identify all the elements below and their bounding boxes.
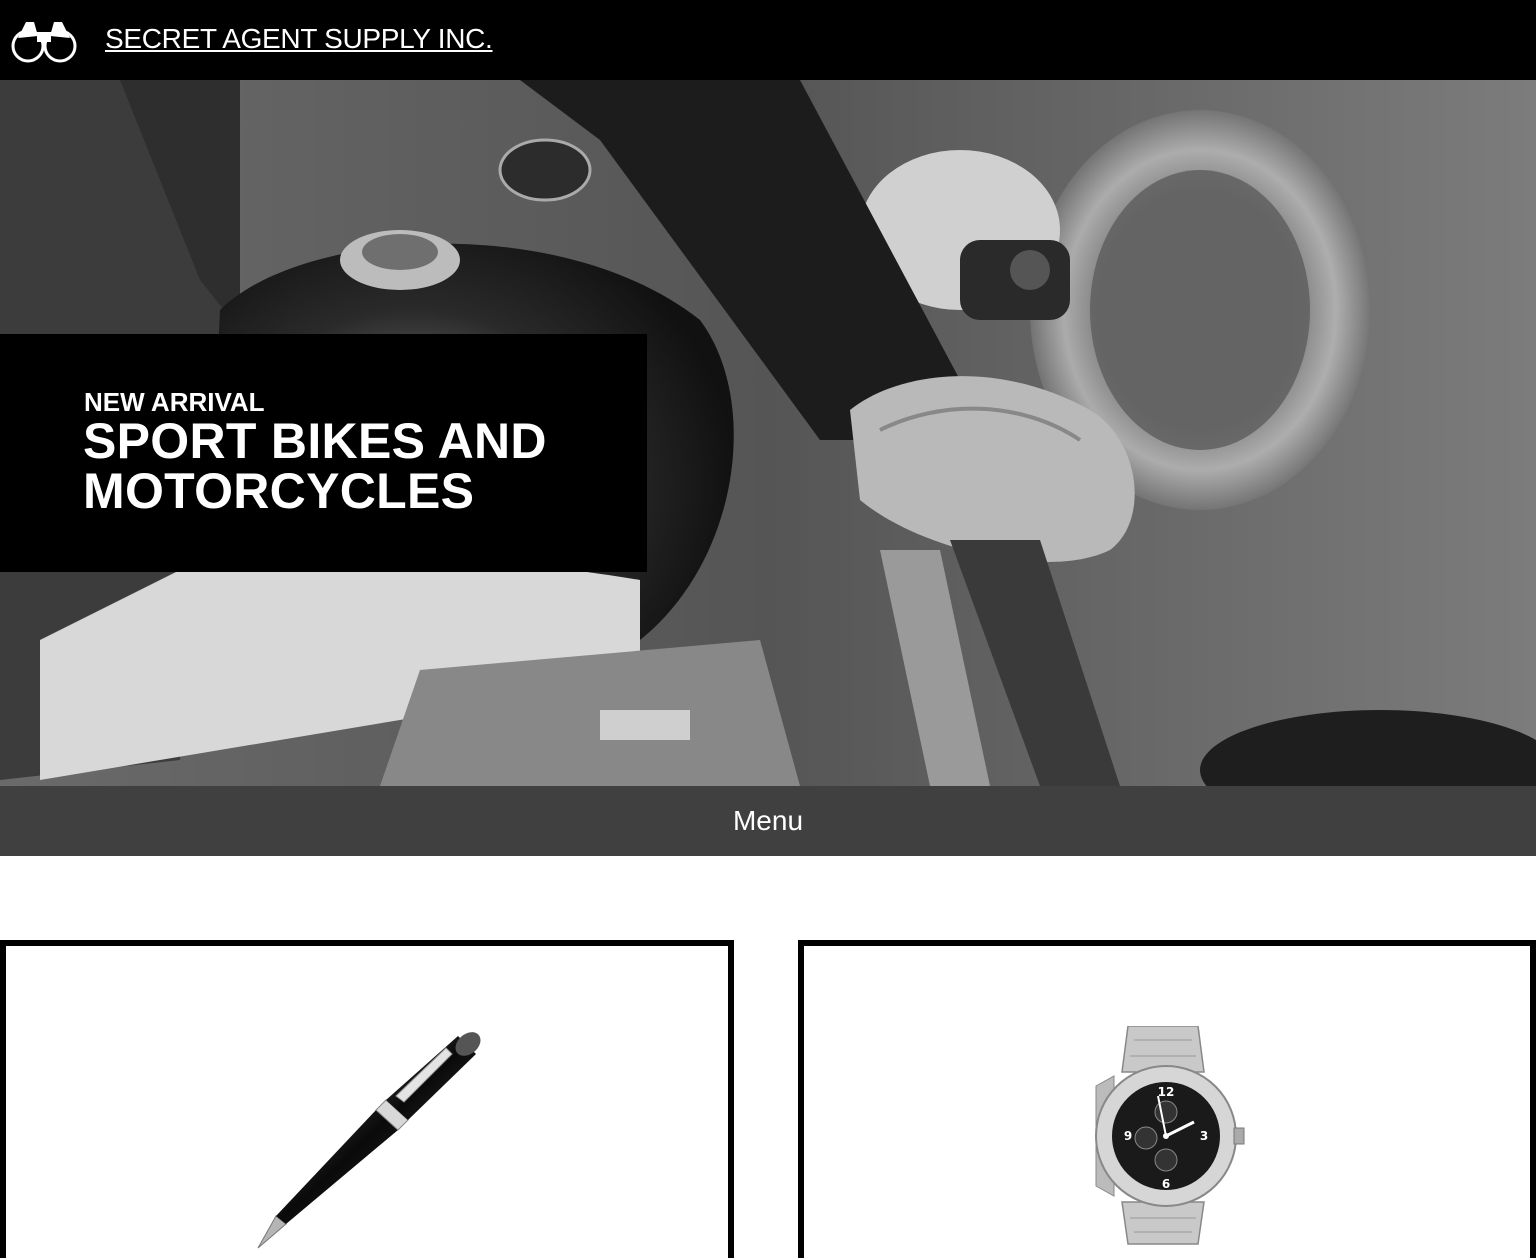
fountain-pen-photo xyxy=(257,1032,481,1249)
hero-kicker: NEW ARRIVAL xyxy=(84,387,265,417)
product-card-pen[interactable] xyxy=(0,940,734,1258)
binoculars-icon[interactable] xyxy=(10,16,78,64)
menu-toggle-button[interactable]: Menu xyxy=(0,786,1536,856)
menu-label: Menu xyxy=(732,805,804,836)
site-brand-link[interactable]: SECRET AGENT SUPPLY INC. xyxy=(105,22,493,56)
hero-caption: NEW ARRIVAL SPORT BIKES AND MOTORCYCLES xyxy=(0,334,647,572)
hero-title: SPORT BIKES AND MOTORCYCLES xyxy=(83,413,547,519)
hero-banner[interactable]: NEW ARRIVAL SPORT BIKES AND MOTORCYCLES xyxy=(0,80,1536,786)
site-header: SECRET AGENT SUPPLY INC. xyxy=(0,0,1536,80)
svg-text:6: 6 xyxy=(1162,1177,1170,1191)
svg-text:3: 3 xyxy=(1200,1129,1208,1143)
wristwatch-photo: 3 12 6 9 xyxy=(1095,1026,1245,1245)
svg-text:9: 9 xyxy=(1124,1129,1132,1143)
product-card-watch[interactable]: 3 12 6 9 xyxy=(798,940,1536,1258)
svg-text:12: 12 xyxy=(1158,1085,1175,1099)
